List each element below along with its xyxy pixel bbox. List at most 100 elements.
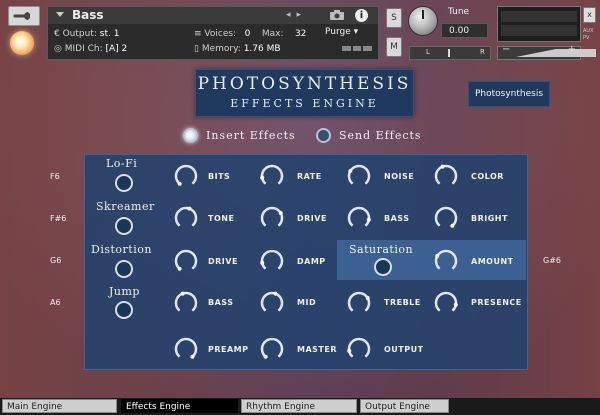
param-color: COLOR bbox=[471, 172, 504, 181]
param-drive: DRIVE bbox=[297, 214, 327, 223]
knob-damp[interactable] bbox=[259, 248, 285, 274]
max-value[interactable]: 32 bbox=[295, 29, 306, 39]
voices-value: 0 bbox=[244, 29, 251, 39]
volume-slider[interactable]: − + bbox=[497, 44, 596, 60]
knob-bass[interactable] bbox=[346, 205, 372, 231]
output-value[interactable]: st. 1 bbox=[100, 29, 120, 39]
param-tone: TONE bbox=[208, 214, 235, 223]
knob-amount[interactable] bbox=[433, 248, 459, 274]
tab-rhythm-engine[interactable]: Rhythm Engine bbox=[241, 399, 357, 413]
knob-master[interactable] bbox=[259, 336, 285, 362]
knob-mid[interactable] bbox=[259, 290, 285, 316]
param-rate: RATE bbox=[297, 172, 322, 181]
param-preamp: PREAMP bbox=[208, 345, 249, 354]
knob-bits[interactable] bbox=[173, 163, 199, 189]
side-mini-labels[interactable]: AUX PV bbox=[583, 28, 594, 42]
aux-label[interactable]: AUX bbox=[583, 28, 594, 35]
chevron-down-icon: ▾ bbox=[353, 27, 359, 37]
note-fsharp6: F#6 bbox=[50, 214, 67, 223]
solo-button[interactable]: S bbox=[386, 8, 402, 28]
volume-minus: − bbox=[502, 44, 511, 55]
knob-presence[interactable] bbox=[433, 290, 459, 316]
memory-row: ▯ Memory: 1.76 MB bbox=[194, 44, 281, 54]
volume-ramp bbox=[516, 49, 596, 57]
preset-display[interactable]: Photosynthesis bbox=[468, 81, 550, 107]
camera-icon[interactable] bbox=[330, 10, 344, 20]
instrument-header: Bass ◂▸ i € Output: st. 1 ◎ MIDI Ch: [A]… bbox=[47, 6, 379, 60]
send-effects-radio[interactable] bbox=[316, 128, 331, 143]
purge-dropdown[interactable]: Purge ▾ bbox=[325, 27, 358, 37]
param-jump-bass: BASS bbox=[208, 298, 234, 307]
pan-left-label: L bbox=[426, 48, 430, 56]
knob-bright[interactable] bbox=[433, 205, 459, 231]
send-effects-label[interactable]: Send Effects bbox=[339, 129, 422, 142]
tab-effects-engine[interactable]: Effects Engine bbox=[121, 399, 238, 413]
param-bright: BRIGHT bbox=[471, 214, 508, 223]
fx-label-skreamer: Skreamer bbox=[96, 200, 155, 213]
midi-icon: ◎ bbox=[54, 44, 65, 54]
param-output: OUTPUT bbox=[384, 345, 424, 354]
midi-label: MIDI Ch: bbox=[64, 44, 103, 54]
info-icon[interactable]: i bbox=[355, 9, 368, 22]
param-dist-drive: DRIVE bbox=[208, 257, 238, 266]
fx-label-saturation: Saturation bbox=[349, 243, 414, 256]
knob-drive[interactable] bbox=[259, 205, 285, 231]
purge-label: Purge bbox=[325, 27, 351, 37]
output-label: Output: bbox=[62, 29, 97, 39]
page-title: PHOTOSYNTHESIS bbox=[197, 74, 412, 94]
memory-icon: ▯ bbox=[194, 44, 202, 54]
pan-slider[interactable]: L R bbox=[409, 46, 491, 60]
pan-handle[interactable] bbox=[448, 49, 450, 57]
output-row[interactable]: € Output: st. 1 bbox=[54, 29, 119, 39]
knob-tone[interactable] bbox=[173, 205, 199, 231]
instrument-name[interactable]: Bass bbox=[72, 8, 104, 22]
fx-toggle-distortion[interactable] bbox=[115, 260, 133, 278]
collapse-triangle-icon[interactable] bbox=[56, 12, 64, 17]
midi-value[interactable]: [A] 2 bbox=[105, 44, 127, 54]
title-panel: PHOTOSYNTHESIS EFFECTS ENGINE bbox=[195, 69, 414, 117]
purge-meter bbox=[342, 46, 373, 51]
fx-toggle-saturation[interactable] bbox=[374, 258, 392, 276]
knob-rate[interactable] bbox=[259, 163, 285, 189]
param-treble: TREBLE bbox=[384, 298, 421, 307]
knob-treble[interactable] bbox=[346, 290, 372, 316]
tab-output-engine[interactable]: Output Engine bbox=[360, 399, 449, 413]
tune-knob[interactable] bbox=[408, 6, 438, 36]
fx-toggle-jump[interactable] bbox=[115, 301, 133, 319]
instrument-nav-arrows[interactable]: ◂▸ bbox=[286, 10, 307, 20]
fx-label-lofi: Lo-Fi bbox=[106, 157, 138, 170]
fx-toggle-skreamer[interactable] bbox=[115, 217, 133, 235]
knob-color[interactable] bbox=[433, 163, 459, 189]
param-noise: NOISE bbox=[384, 172, 415, 181]
tab-main-engine[interactable]: Main Engine bbox=[2, 399, 117, 413]
knob-jump-bass[interactable] bbox=[173, 290, 199, 316]
max-label: Max: bbox=[261, 29, 284, 39]
wrench-icon[interactable] bbox=[8, 6, 40, 26]
insert-effects-radio[interactable] bbox=[183, 128, 198, 143]
knob-noise[interactable] bbox=[346, 163, 372, 189]
param-damp: DAMP bbox=[297, 257, 326, 266]
param-amount: AMOUNT bbox=[471, 257, 514, 266]
level-meter bbox=[497, 6, 581, 42]
avatar-icon[interactable] bbox=[10, 31, 34, 55]
pv-label[interactable]: PV bbox=[583, 35, 594, 42]
pan-right-label: R bbox=[480, 48, 485, 56]
param-presence: PRESENCE bbox=[471, 298, 522, 307]
tune-value[interactable]: 0.00 bbox=[441, 23, 488, 38]
chevron-right-icon[interactable]: ▸ bbox=[297, 10, 308, 20]
note-f6: F6 bbox=[50, 172, 60, 181]
fx-toggle-lofi[interactable] bbox=[115, 174, 133, 192]
knob-preamp[interactable] bbox=[173, 336, 199, 362]
knob-output[interactable] bbox=[346, 336, 372, 362]
tune-label: Tune bbox=[448, 7, 470, 17]
voices-row: ≡ Voices: 0 Max: 32 bbox=[194, 29, 306, 39]
close-button[interactable]: x bbox=[583, 7, 596, 23]
knob-dist-drive[interactable] bbox=[173, 248, 199, 274]
output-icon: € bbox=[54, 29, 63, 39]
mute-button[interactable]: M bbox=[386, 37, 402, 57]
param-bass: BASS bbox=[384, 214, 410, 223]
chevron-left-icon[interactable]: ◂ bbox=[286, 10, 297, 20]
engine-tabs: Main Engine Effects Engine Rhythm Engine… bbox=[0, 398, 600, 415]
midi-row[interactable]: ◎ MIDI Ch: [A] 2 bbox=[54, 44, 127, 54]
insert-effects-label[interactable]: Insert Effects bbox=[206, 129, 296, 142]
